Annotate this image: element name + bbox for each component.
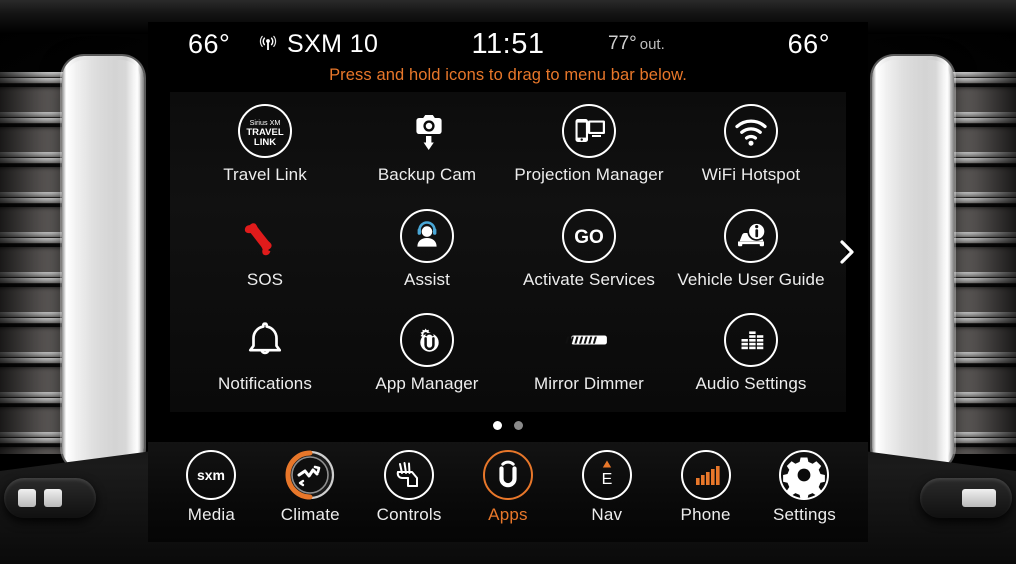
radio-source-label: SXM 10 — [287, 29, 379, 58]
clock: 11:51 — [471, 27, 545, 60]
app-tile-travel-link[interactable]: Sirius XM TRAVEL LINK Travel Link — [184, 98, 346, 203]
app-label: Audio Settings — [695, 374, 807, 394]
menu-item-label: Apps — [488, 505, 528, 524]
app-label: Backup Cam — [377, 165, 477, 184]
switch-pod-left-key-2[interactable] — [44, 489, 62, 507]
car-info-icon — [724, 208, 778, 263]
menu-item-label: Settings — [772, 505, 836, 524]
app-tile-activate-services[interactable]: GO Activate Services — [508, 203, 670, 308]
mirror-dimmer-icon — [562, 313, 616, 367]
switch-pod-right-key-1[interactable] — [962, 489, 996, 507]
app-tile-vehicle-user-guide[interactable]: Vehicle User Guide — [670, 203, 832, 308]
page-indicator — [148, 421, 868, 430]
red-phone-handset-icon — [238, 209, 292, 263]
broadcast-antenna-icon — [258, 34, 278, 54]
app-label: Notifications — [218, 374, 312, 394]
app-label: Travel Link — [223, 165, 307, 184]
app-label: Activate Services — [522, 269, 656, 289]
radio-source-indicator[interactable]: SXM 10 — [258, 30, 378, 59]
menu-item-apps[interactable]: Apps — [465, 450, 551, 525]
app-tile-notifications[interactable]: Notifications — [184, 307, 346, 412]
app-tile-mirror-dimmer[interactable]: Mirror Dimmer — [508, 307, 670, 412]
chrome-trim-right — [872, 56, 954, 470]
compass-east-icon: E — [581, 450, 632, 500]
app-tile-app-manager[interactable]: App Manager — [346, 307, 508, 412]
wifi-icon — [724, 104, 778, 158]
infotainment-display: 66° SXM 10 11:51 77° out. 66° Press and … — [148, 22, 868, 542]
app-label: App Manager — [375, 374, 479, 394]
app-tile-projection-manager[interactable]: Projection Manager — [508, 98, 670, 203]
chevron-right-icon[interactable] — [832, 237, 862, 267]
equalizer-bars-icon — [724, 313, 778, 368]
menu-bar: sxm Media Climate Controls Apps E Nav Ph… — [148, 442, 868, 542]
menu-item-controls[interactable]: Controls — [366, 450, 452, 525]
menu-item-media[interactable]: sxm Media — [168, 450, 254, 525]
menu-item-settings[interactable]: Settings — [761, 450, 847, 525]
signal-bars-icon — [680, 450, 731, 500]
menu-item-label: Media — [187, 505, 236, 524]
app-tile-audio-settings[interactable]: Audio Settings — [670, 307, 832, 412]
driver-temperature[interactable]: 66° — [188, 29, 230, 60]
bell-icon — [238, 313, 292, 367]
app-tile-assist[interactable]: Assist — [346, 203, 508, 308]
menu-item-label: Climate — [280, 505, 340, 524]
switch-pod-left[interactable] — [4, 478, 96, 518]
app-label: WiFi Hotspot — [701, 165, 801, 184]
app-tile-sos[interactable]: SOS — [184, 203, 346, 308]
gear-icon — [779, 450, 830, 500]
dashboard-bezel: 66° SXM 10 11:51 77° out. 66° Press and … — [0, 0, 1016, 564]
app-tile-wifi-hotspot[interactable]: WiFi Hotspot — [670, 98, 832, 203]
switch-pod-right[interactable] — [920, 478, 1012, 518]
camera-down-arrow-icon — [400, 104, 454, 158]
uconnect-gear-icon — [400, 313, 454, 368]
page-dot-1[interactable] — [493, 421, 502, 430]
app-label: SOS — [246, 269, 284, 289]
menu-item-label: Controls — [376, 505, 442, 524]
app-tile-backup-cam[interactable]: Backup Cam — [346, 98, 508, 203]
sirius-xm-travel-link-icon: Sirius XM TRAVEL LINK — [238, 104, 292, 158]
app-label: Projection Manager — [514, 165, 664, 184]
menu-item-label: Phone — [680, 505, 731, 524]
menu-item-label: Nav — [591, 505, 623, 524]
switch-pod-left-key-1[interactable] — [18, 489, 36, 507]
uconnect-u-icon — [482, 450, 533, 500]
app-label: Assist — [404, 269, 450, 289]
climate-fan-icon — [285, 450, 335, 500]
sxm-logo-icon: sxm — [186, 450, 237, 500]
app-label: Mirror Dimmer — [534, 374, 644, 394]
vehicle-controls-icon — [384, 450, 435, 500]
phone-screen-projection-icon — [562, 104, 616, 158]
passenger-temperature[interactable]: 66° — [788, 29, 830, 60]
app-grid: Sirius XM TRAVEL LINK Travel Link Backup… — [170, 92, 854, 412]
status-bar: 66° SXM 10 11:51 77° out. 66° — [148, 22, 868, 66]
app-grid-panel: Sirius XM TRAVEL LINK Travel Link Backup… — [170, 92, 854, 412]
headset-agent-icon — [400, 208, 454, 263]
outside-temperature: 77° out. — [608, 33, 665, 55]
drag-hint-banner: Press and hold icons to drag to menu bar… — [329, 66, 687, 84]
go-badge-icon: GO — [562, 208, 616, 263]
menu-item-nav[interactable]: E Nav — [564, 450, 650, 525]
outside-temperature-value: 77° — [608, 33, 637, 54]
outside-temperature-suffix: out. — [639, 36, 665, 53]
menu-item-climate[interactable]: Climate — [267, 450, 353, 525]
chrome-trim-left — [62, 56, 144, 470]
page-dot-2[interactable] — [514, 421, 523, 430]
menu-item-phone[interactable]: Phone — [663, 450, 749, 525]
app-label: Vehicle User Guide — [677, 269, 825, 289]
